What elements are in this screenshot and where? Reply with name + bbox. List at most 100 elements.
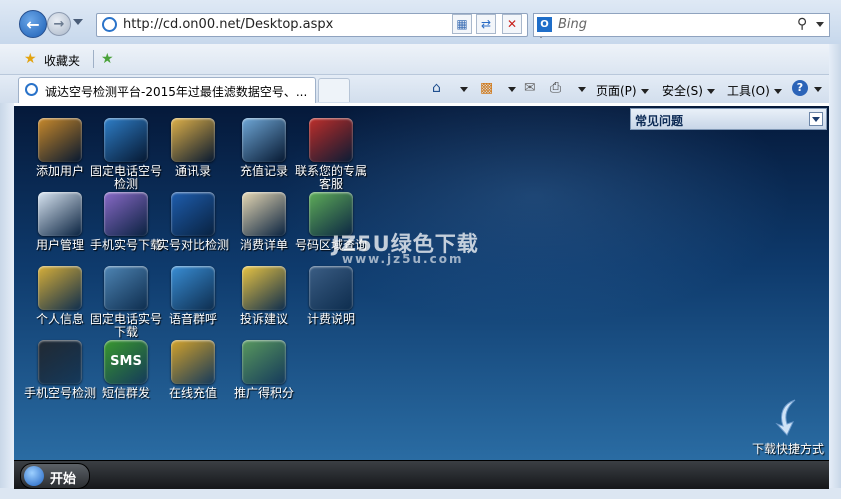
search-input[interactable]: Bing bbox=[558, 17, 587, 32]
rotary-phone-icon bbox=[104, 266, 148, 310]
coins-icon bbox=[171, 340, 215, 384]
user-book-icon bbox=[242, 340, 286, 384]
page-menu-label: 页面(P) bbox=[596, 84, 637, 98]
taskbar: 开始 bbox=[14, 460, 829, 489]
outlook-logo-icon: O bbox=[537, 17, 552, 32]
close-icon: ✕ bbox=[506, 17, 518, 31]
desktop-icon[interactable]: 充值记录 bbox=[228, 118, 300, 178]
refresh-button[interactable]: ⇄ bbox=[476, 14, 496, 34]
download-shortcut[interactable]: 下载快捷方式 bbox=[750, 398, 826, 457]
rss-feed-icon[interactable]: ▩ bbox=[480, 80, 493, 96]
search-dropdown-icon[interactable] bbox=[816, 22, 824, 27]
stop-button[interactable]: ✕ bbox=[502, 14, 522, 34]
window-frame-bottom bbox=[0, 488, 841, 499]
back-button[interactable]: ← bbox=[19, 10, 47, 38]
desktop-icon[interactable]: 用户管理 bbox=[24, 192, 96, 252]
help-icon[interactable]: ? bbox=[792, 80, 808, 96]
page-dropdown-icon bbox=[640, 89, 649, 94]
sms-icon: SMS bbox=[104, 340, 148, 384]
desktop-icon-label: 推广得积分 bbox=[233, 386, 294, 400]
safety-menu[interactable]: 安全(S) bbox=[662, 82, 715, 99]
desktop-icon[interactable]: 手机空号检测 bbox=[24, 340, 96, 400]
desktop-icon[interactable]: SMS 短信群发 bbox=[90, 340, 162, 400]
search-icon[interactable]: ⚲ bbox=[797, 16, 807, 32]
desktop-icon[interactable]: 添加用户 bbox=[24, 118, 96, 178]
arrow-left-icon: ← bbox=[26, 14, 40, 34]
settings-monitor-icon bbox=[309, 266, 353, 310]
favorites-divider bbox=[93, 50, 94, 68]
desktop-icon-label: 计费说明 bbox=[306, 312, 355, 326]
users-icon bbox=[38, 118, 82, 162]
desktop-icon[interactable]: 联系您的专属客服 bbox=[295, 118, 367, 191]
shortcut-label: 下载快捷方式 bbox=[751, 442, 824, 456]
desktop-icon[interactable]: 推广得积分 bbox=[228, 340, 300, 400]
new-tab-button[interactable] bbox=[318, 78, 350, 102]
window-frame-left bbox=[0, 103, 14, 499]
favorites-bar: ★ 收藏夹 ★ bbox=[0, 44, 841, 75]
desktop-icon-label: 固定电话实号下载 bbox=[90, 312, 163, 339]
keys-icon bbox=[38, 266, 82, 310]
print-dropdown-icon[interactable] bbox=[578, 87, 586, 92]
desktop-icon-label: 添加用户 bbox=[35, 164, 84, 178]
tools-menu[interactable]: 工具(O) bbox=[727, 82, 782, 99]
windows-logo-icon bbox=[24, 466, 44, 486]
desktop-icon-label: 手机空号检测 bbox=[24, 386, 97, 400]
compatibility-view-button[interactable]: ▦ bbox=[452, 14, 472, 34]
address-book-icon bbox=[171, 118, 215, 162]
desktop-icon-label: 用户管理 bbox=[35, 238, 84, 252]
desktop-icon-label: 短信群发 bbox=[101, 386, 150, 400]
tools-menu-label: 工具(O) bbox=[727, 84, 770, 98]
desktop-icon-label: 联系您的专属客服 bbox=[295, 164, 368, 191]
desktop-icon[interactable]: 个人信息 bbox=[24, 266, 96, 326]
browser-window: ← → http://cd.on00.net/Desktop.aspx ▦ ⇄ … bbox=[0, 0, 841, 499]
faq-title: 常见问题 bbox=[635, 114, 684, 128]
home-icon[interactable]: ⌂ bbox=[432, 80, 441, 96]
active-tab[interactable]: 诚达空号检测平台-2015年过最佳滤数据空号、... bbox=[18, 77, 316, 103]
safety-dropdown-icon bbox=[706, 89, 715, 94]
favorites-button[interactable]: 收藏夹 bbox=[44, 52, 80, 69]
address-row: ← → http://cd.on00.net/Desktop.aspx ▦ ⇄ … bbox=[0, 0, 841, 44]
desktop-icon[interactable]: 在线充值 bbox=[157, 340, 229, 400]
desktop-icon-label: 充值记录 bbox=[239, 164, 288, 178]
mobile-phone-icon bbox=[104, 192, 148, 236]
ie-page-icon bbox=[102, 17, 117, 32]
history-dropdown-icon[interactable] bbox=[73, 19, 83, 25]
desktop-icon[interactable]: 实号对比检测 bbox=[157, 192, 229, 252]
help-dropdown-icon[interactable] bbox=[814, 87, 822, 92]
printer-icon[interactable]: ⎙ bbox=[550, 80, 561, 96]
desktop-icon[interactable]: 手机实号下载 bbox=[90, 192, 162, 252]
desktop-icon-label: 个人信息 bbox=[35, 312, 84, 326]
favorites-star-icon[interactable]: ★ bbox=[24, 51, 37, 67]
address-text[interactable]: http://cd.on00.net/Desktop.aspx bbox=[123, 17, 333, 32]
arrow-right-icon: → bbox=[53, 16, 65, 32]
web-desktop: 添加用户 固定电话空号检测 通讯录 充值记录 联系您的专属客服用户管理 手机实号下载 实号对… bbox=[14, 106, 829, 460]
start-button[interactable]: 开始 bbox=[20, 463, 90, 489]
desktop-icon[interactable]: 消费详单 bbox=[228, 192, 300, 252]
mail-icon[interactable]: ✉ bbox=[524, 80, 536, 96]
home-dropdown-icon[interactable] bbox=[460, 87, 468, 92]
desktop-icon[interactable]: 语音群呼 bbox=[157, 266, 229, 326]
desktop-icon[interactable]: 固定电话空号检测 bbox=[90, 118, 162, 191]
forward-button[interactable]: → bbox=[47, 12, 71, 36]
desktop-icon-label: 手机实号下载 bbox=[90, 238, 163, 252]
desktop-icon-label: 在线充值 bbox=[168, 386, 217, 400]
search-bar[interactable]: O Bing ⚲ bbox=[533, 13, 830, 37]
user-card-icon bbox=[38, 192, 82, 236]
tab-title: 诚达空号检测平台-2015年过最佳滤数据空号、... bbox=[45, 85, 308, 99]
desktop-icon[interactable]: 通讯录 bbox=[157, 118, 229, 178]
desktop-icon[interactable]: 计费说明 bbox=[295, 266, 367, 326]
magnifier-icon bbox=[171, 192, 215, 236]
feed-dropdown-icon[interactable] bbox=[508, 87, 516, 92]
tab-page-icon bbox=[25, 83, 38, 96]
desktop-icon[interactable]: 投诉建议 bbox=[228, 266, 300, 326]
refresh-icon: ⇄ bbox=[480, 17, 492, 31]
card-icon bbox=[242, 118, 286, 162]
desktop-icon-label: 语音群呼 bbox=[168, 312, 217, 326]
page-menu[interactable]: 页面(P) bbox=[596, 82, 649, 99]
chevron-down-icon[interactable] bbox=[809, 112, 823, 126]
desktop-icon[interactable]: 固定电话实号下载 bbox=[90, 266, 162, 339]
telephone-icon bbox=[104, 118, 148, 162]
desktop-icon-label: 投诉建议 bbox=[239, 312, 288, 326]
faq-panel-header[interactable]: 常见问题 bbox=[630, 108, 827, 130]
add-favorite-icon[interactable]: ★ bbox=[101, 51, 114, 67]
